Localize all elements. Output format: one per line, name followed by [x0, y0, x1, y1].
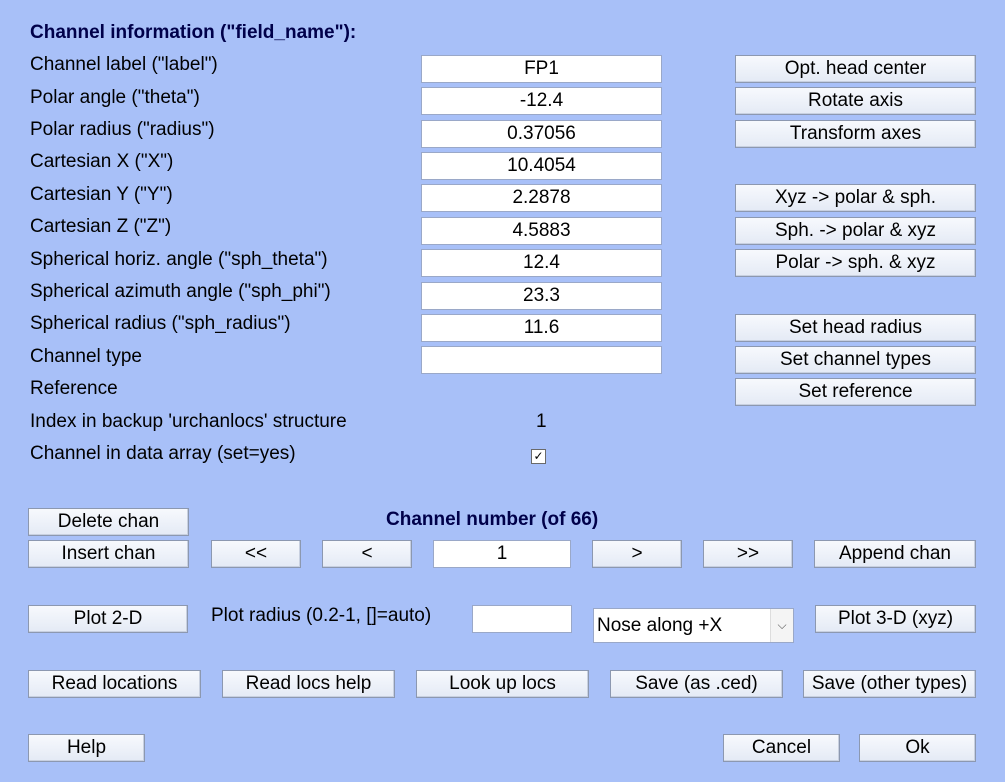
chevron-down-icon[interactable]: ⌵ — [770, 609, 793, 642]
polar-radius-field[interactable] — [421, 120, 662, 148]
section-header: Channel information ("field_name"): — [30, 22, 357, 43]
sph-phi-field[interactable] — [421, 282, 662, 310]
index-label: Index in backup 'urchanlocs' structure — [30, 411, 347, 432]
next-channel-button[interactable]: > — [592, 540, 682, 568]
in-data-array-label: Channel in data array (set=yes) — [30, 443, 296, 464]
cartesian-y-field[interactable] — [421, 184, 662, 212]
prev-channel-button[interactable]: < — [322, 540, 412, 568]
read-locations-button[interactable]: Read locations — [28, 670, 201, 698]
in-data-array-checkbox[interactable]: ✓ — [531, 449, 546, 464]
insert-chan-button[interactable]: Insert chan — [28, 540, 189, 568]
sph-phi-label: Spherical azimuth angle ("sph_phi") — [30, 281, 331, 302]
cartesian-y-label: Cartesian Y ("Y") — [30, 184, 173, 205]
read-locs-help-button[interactable]: Read locs help — [222, 670, 395, 698]
last-channel-button[interactable]: >> — [703, 540, 793, 568]
save-other-types-button[interactable]: Save (other types) — [803, 670, 976, 698]
channel-number-title: Channel number (of 66) — [386, 509, 599, 530]
nose-direction-select[interactable]: Nose along +X ⌵ — [593, 608, 794, 643]
polar-angle-label: Polar angle ("theta") — [30, 87, 200, 108]
opt-head-center-button[interactable]: Opt. head center — [735, 55, 976, 83]
polar-angle-field[interactable] — [421, 87, 662, 115]
reference-label: Reference — [30, 378, 118, 399]
channel-number-field[interactable] — [433, 540, 571, 568]
sph-radius-label: Spherical radius ("sph_radius") — [30, 313, 291, 334]
channel-label-label: Channel label ("label") — [30, 54, 218, 75]
rotate-axis-button[interactable]: Rotate axis — [735, 87, 976, 115]
set-head-radius-button[interactable]: Set head radius — [735, 314, 976, 342]
look-up-locs-button[interactable]: Look up locs — [416, 670, 589, 698]
set-reference-button[interactable]: Set reference — [735, 378, 976, 406]
save-ced-button[interactable]: Save (as .ced) — [610, 670, 783, 698]
polar-to-sph-xyz-button[interactable]: Polar -> sph. & xyz — [735, 249, 976, 277]
sph-to-polar-xyz-button[interactable]: Sph. -> polar & xyz — [735, 217, 976, 245]
cartesian-x-field[interactable] — [421, 152, 662, 180]
cartesian-x-label: Cartesian X ("X") — [30, 151, 174, 172]
transform-axes-button[interactable]: Transform axes — [735, 120, 976, 148]
index-value: 1 — [536, 411, 547, 432]
cartesian-z-label: Cartesian Z ("Z") — [30, 216, 172, 237]
plot-radius-label: Plot radius (0.2-1, []=auto) — [211, 605, 432, 626]
set-channel-types-button[interactable]: Set channel types — [735, 346, 976, 374]
plot-3d-button[interactable]: Plot 3-D (xyz) — [815, 605, 976, 633]
sph-theta-field[interactable] — [421, 249, 662, 277]
first-channel-button[interactable]: << — [211, 540, 301, 568]
sph-radius-field[interactable] — [421, 314, 662, 342]
append-chan-button[interactable]: Append chan — [814, 540, 976, 568]
ok-button[interactable]: Ok — [859, 734, 976, 762]
xyz-to-polar-sph-button[interactable]: Xyz -> polar & sph. — [735, 184, 976, 212]
polar-radius-label: Polar radius ("radius") — [30, 119, 215, 140]
channel-type-field[interactable] — [421, 346, 662, 374]
help-button[interactable]: Help — [28, 734, 145, 762]
nose-direction-value: Nose along +X — [597, 615, 723, 636]
channel-type-label: Channel type — [30, 346, 142, 367]
delete-chan-button[interactable]: Delete chan — [28, 508, 189, 536]
sph-theta-label: Spherical horiz. angle ("sph_theta") — [30, 249, 328, 270]
checkmark-icon: ✓ — [533, 449, 544, 463]
cartesian-z-field[interactable] — [421, 217, 662, 245]
cancel-button[interactable]: Cancel — [723, 734, 840, 762]
plot-radius-field[interactable] — [472, 605, 572, 633]
channel-label-field[interactable] — [421, 55, 662, 83]
plot-2d-button[interactable]: Plot 2-D — [28, 605, 188, 633]
